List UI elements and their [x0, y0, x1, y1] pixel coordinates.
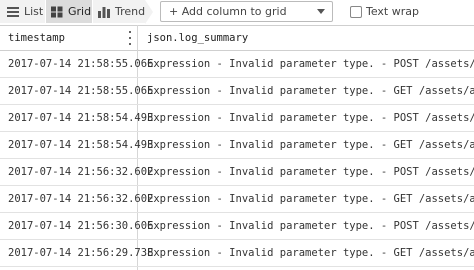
grid-icon — [50, 6, 64, 18]
timestamp-cell: 2017-07-14 21:56:32.602 — [8, 166, 154, 178]
table-row[interactable]: 2017-07-14 21:58:54.493 Expression - Inva… — [0, 105, 474, 132]
log-summary-cell: Expression - Invalid parameter type. - G… — [147, 85, 474, 97]
list-icon — [6, 6, 20, 18]
log-summary-cell: Expression - Invalid parameter type. - P… — [147, 58, 474, 70]
view-tab-trend[interactable]: Trend — [93, 0, 145, 23]
table-row[interactable]: 2017-07-14 21:58:55.066 Expression - Inva… — [0, 51, 474, 78]
column-header-log-summary[interactable]: json.log_summary — [147, 26, 248, 50]
text-wrap-label: Text wrap — [366, 5, 419, 18]
column-header-timestamp[interactable]: timestamp — [8, 26, 65, 50]
timestamp-cell: 2017-07-14 21:56:30.606 — [8, 220, 154, 232]
log-summary-cell: Expression - Invalid parameter type. - G… — [147, 139, 474, 151]
timestamp-cell: 2017-07-14 21:58:55.066 — [8, 58, 154, 70]
timestamp-cell: 2017-07-14 21:58:55.065 — [8, 85, 154, 97]
timestamp-cell: 2017-07-14 21:56:32.602 — [8, 193, 154, 205]
add-column-dropdown[interactable]: + Add column to grid — [160, 1, 333, 22]
bar-chart-icon — [97, 6, 111, 18]
chevron-down-icon — [317, 9, 325, 14]
grid-header: timestamp json.log_summary — [0, 25, 474, 51]
view-tab-list[interactable]: List — [0, 0, 45, 23]
table-row[interactable]: 2017-07-14 21:58:54.493 Expression - Inva… — [0, 132, 474, 159]
toolbar: List Grid Trend + Add column to grid Tex… — [0, 0, 474, 24]
table-row[interactable]: 2017-07-14 21:56:32.602 Expression - Inva… — [0, 159, 474, 186]
table-row[interactable]: 2017-07-14 21:56:29.738 Expression - Inva… — [0, 240, 474, 267]
view-tab-label: Trend — [115, 5, 146, 18]
table-row[interactable]: 2017-07-14 21:58:55.065 Expression - Inva… — [0, 78, 474, 105]
text-wrap-checkbox[interactable] — [350, 5, 362, 18]
timestamp-cell: 2017-07-14 21:56:29.738 — [8, 247, 154, 259]
table-row[interactable]: 2017-07-14 21:56:30.606 Expression - Inva… — [0, 213, 474, 240]
log-summary-cell: Expression - Invalid parameter type. - G… — [147, 193, 474, 205]
view-tab-label: List — [24, 5, 44, 18]
add-column-label: + Add column to grid — [169, 5, 287, 18]
log-summary-cell: Expression - Invalid parameter type. - P… — [147, 112, 474, 124]
log-summary-cell: Expression - Invalid parameter type. - P… — [147, 166, 474, 178]
timestamp-cell: 2017-07-14 21:58:54.493 — [8, 139, 154, 151]
timestamp-cell: 2017-07-14 21:58:54.493 — [8, 112, 154, 124]
grid-rows: 2017-07-14 21:58:55.066 Expression - Inva… — [0, 51, 474, 267]
log-summary-cell: Expression - Invalid parameter type. - G… — [147, 247, 474, 259]
log-summary-cell: Expression - Invalid parameter type. - P… — [147, 220, 474, 232]
view-tab-grid[interactable]: Grid — [46, 0, 92, 23]
column-menu-icon[interactable] — [128, 31, 132, 45]
text-wrap-toggle[interactable]: Text wrap — [350, 5, 419, 18]
toolbar-separator — [145, 0, 153, 24]
table-row[interactable]: 2017-07-14 21:56:32.602 Expression - Inva… — [0, 186, 474, 213]
view-tab-label: Grid — [68, 5, 92, 18]
